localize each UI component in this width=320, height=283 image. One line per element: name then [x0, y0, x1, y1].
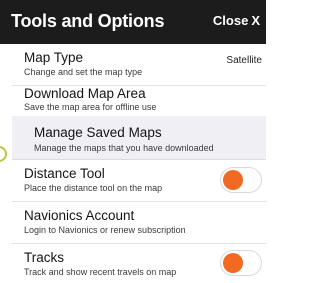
navionics-account-title: Navionics Account — [24, 208, 135, 223]
close-label: Close — [212, 13, 249, 28]
header-bar: Tools and Options Close X — [0, 0, 266, 44]
distance-tool-toggle[interactable] — [220, 167, 262, 193]
toggle-knob — [223, 170, 243, 190]
toggle-knob — [223, 253, 243, 273]
close-icon: X — [251, 13, 260, 28]
manage-saved-maps-row[interactable]: Manage Saved Maps Manage the maps that y… — [12, 116, 266, 160]
download-map-area-title: Download Map Area — [24, 86, 146, 101]
distance-tool-title: Distance Tool — [24, 166, 105, 181]
navionics-account-row[interactable]: Navionics Account Login to Navionics or … — [12, 202, 266, 244]
map-type-value: Satellite — [226, 55, 262, 66]
navionics-account-subtitle: Login to Navionics or renew subscription — [24, 225, 186, 235]
map-type-title: Map Type — [24, 50, 84, 65]
download-map-area-row[interactable]: Download Map Area Save the map area for … — [12, 86, 266, 120]
distance-tool-subtitle: Place the distance tool on the map — [24, 183, 163, 193]
tracks-toggle[interactable] — [220, 250, 262, 276]
manage-saved-maps-title: Manage Saved Maps — [34, 125, 162, 140]
map-type-row[interactable]: Map Type Change and set the map type Sat… — [12, 44, 266, 86]
page-title: Tools and Options — [11, 11, 165, 31]
download-map-area-subtitle: Save the map area for offline use — [24, 102, 157, 112]
tracks-title: Tracks — [24, 250, 64, 265]
tracks-row: Tracks Track and show recent travels on … — [12, 244, 266, 283]
manage-saved-maps-subtitle: Manage the maps that you have downloaded — [34, 143, 214, 153]
tracks-subtitle: Track and show recent travels on map — [24, 267, 177, 277]
map-type-subtitle: Change and set the map type — [24, 67, 143, 77]
selection-marker-icon — [0, 146, 7, 162]
distance-tool-row: Distance Tool Place the distance tool on… — [12, 160, 266, 202]
close-button[interactable]: Close X — [213, 13, 260, 28]
